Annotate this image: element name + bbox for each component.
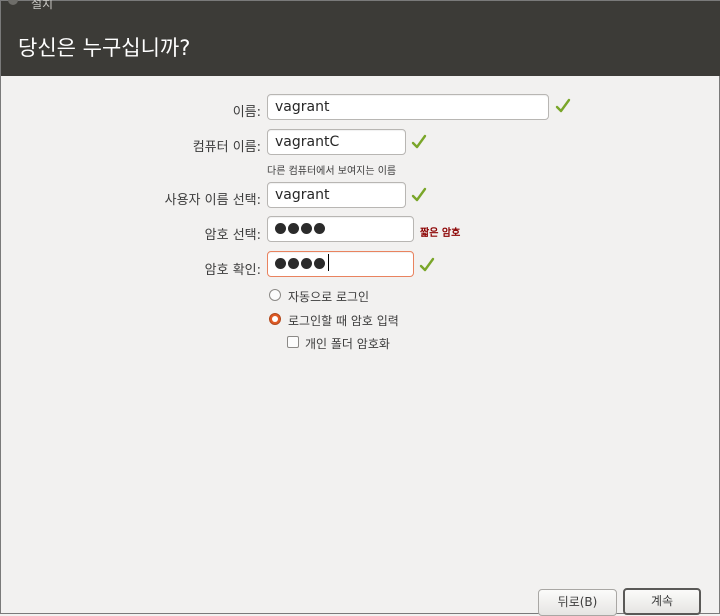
window-title: 설치	[31, 0, 54, 11]
password-confirm-valid-check-icon	[419, 257, 435, 272]
header-bar: 설치 당신은 누구십니까?	[1, 0, 720, 76]
computer-name-label: 컴퓨터 이름:	[192, 140, 261, 155]
name-input[interactable]: vagrant	[267, 94, 549, 120]
computer-name-input[interactable]: vagrantC	[267, 129, 406, 155]
encrypt-home-label: 개인 폴더 암호화	[305, 337, 390, 351]
password-confirm-label: 암호 확인:	[204, 263, 261, 278]
name-label: 이름:	[232, 105, 261, 120]
window-close-icon[interactable]	[8, 0, 18, 5]
continue-button[interactable]: 계속	[623, 588, 701, 615]
password-confirm-input[interactable]	[267, 251, 414, 277]
password-strength-warning: 짧은 암호	[420, 228, 461, 239]
name-valid-check-icon	[555, 98, 571, 113]
encrypt-home-checkbox[interactable]	[287, 336, 299, 348]
password-input[interactable]	[267, 216, 414, 242]
auto-login-radio[interactable]	[269, 289, 281, 301]
installer-window: 설치 당신은 누구십니까? 이름: vagrant 컴퓨터 이름: vagran…	[0, 0, 720, 616]
username-input[interactable]: vagrant	[267, 182, 406, 208]
computer-name-hint: 다른 컴퓨터에서 보여지는 이름	[267, 166, 397, 177]
username-label: 사용자 이름 선택:	[164, 193, 261, 208]
require-password-label: 로그인할 때 암호 입력	[288, 314, 399, 328]
page-title: 당신은 누구십니까?	[18, 36, 191, 60]
username-valid-check-icon	[411, 187, 427, 202]
require-password-radio[interactable]	[269, 313, 281, 325]
computer-name-valid-check-icon	[411, 134, 427, 149]
back-button[interactable]: 뒤로(B)	[538, 589, 617, 616]
auto-login-label: 자동으로 로그인	[288, 290, 370, 304]
password-label: 암호 선택:	[204, 228, 261, 243]
